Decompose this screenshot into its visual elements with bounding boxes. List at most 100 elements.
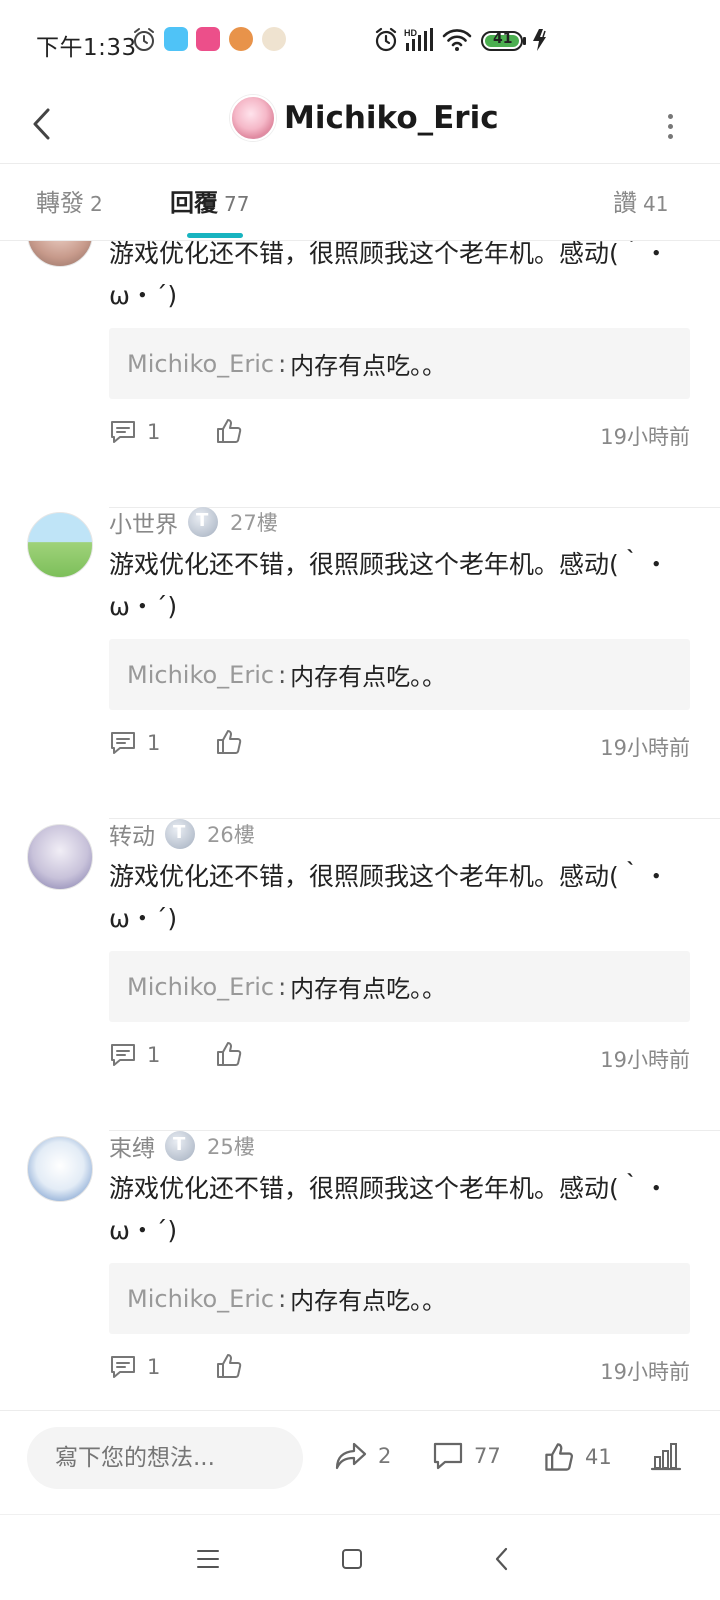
share-button[interactable]: 2: [334, 1441, 391, 1471]
more-options-button[interactable]: [660, 98, 680, 154]
like-button[interactable]: [215, 417, 243, 449]
battery-level: 41: [493, 31, 513, 47]
like-button[interactable]: [215, 728, 243, 760]
reply-meta: 小世界 27樓: [109, 504, 278, 540]
reply-list[interactable]: 游戏优化还不错，很照顾我这个老年机。感动(｀・ω・´) Michiko_Eric…: [0, 241, 720, 1409]
header: Michiko_Eric: [0, 84, 720, 164]
thumbs-up-icon: [217, 730, 242, 754]
reply-count-button[interactable]: 1: [109, 1354, 160, 1380]
more-vertical-icon: [667, 113, 673, 119]
chevron-left-icon: [495, 1547, 508, 1571]
tab-likes[interactable]: 讚 41: [613, 183, 668, 218]
app-notification-icon: [196, 27, 220, 51]
thumbs-up-icon: [217, 419, 242, 443]
timestamp: 19小時前: [600, 425, 690, 449]
alarm-icon: [373, 27, 399, 57]
quoted-reply[interactable]: Michiko_Eric: 内存有点吃。。: [109, 639, 690, 710]
tab-bar: 轉發 2 回覆 77 讚 41: [0, 165, 720, 241]
reply-text: 游戏优化还不错，很照顾我这个老年机。感动(｀・ω・´): [109, 550, 669, 621]
username[interactable]: 小世界: [109, 505, 178, 539]
username[interactable]: 束缚: [109, 1129, 155, 1163]
app-notification-icon: [262, 27, 286, 51]
level-badge-icon: [188, 507, 218, 537]
reply-meta: 束缚 25樓: [109, 1128, 255, 1164]
timestamp: 19小時前: [600, 736, 690, 760]
system-nav-bar: [0, 1514, 720, 1600]
list-item: 小世界 27樓 游戏优化还不错，很照顾我这个老年机。感动(｀・ω・´) Mich…: [0, 507, 720, 828]
tab-reposts[interactable]: 轉發 2: [36, 183, 103, 218]
hd-signal-icon: HD: [404, 27, 436, 57]
reply-text: 游戏优化还不错，很照顾我这个老年机。感动(｀・ω・´): [109, 241, 669, 310]
quote-author: Michiko_Eric: [127, 972, 275, 1001]
thumbs-up-icon: [545, 1443, 573, 1471]
status-bar: 下午1:33 HD 41: [0, 0, 720, 84]
tab-indicator: [187, 233, 243, 238]
menu-button[interactable]: [188, 1539, 228, 1579]
avatar[interactable]: [27, 241, 93, 267]
quoted-reply[interactable]: Michiko_Eric: 内存有点吃。。: [109, 951, 690, 1022]
menu-icon: [197, 1550, 219, 1568]
list-item: 游戏优化还不错，很照顾我这个老年机。感动(｀・ω・´) Michiko_Eric…: [0, 241, 720, 517]
quote-text: 内存有点吃。。: [290, 352, 447, 380]
timestamp: 19小時前: [600, 1360, 690, 1384]
avatar[interactable]: [27, 1136, 93, 1202]
like-button[interactable]: 41: [543, 1441, 612, 1473]
svg-text:HD: HD: [404, 28, 417, 38]
reply-count-button[interactable]: 1: [109, 1042, 160, 1068]
username[interactable]: 转动: [109, 817, 155, 851]
avatar[interactable]: [27, 824, 93, 890]
like-button[interactable]: [215, 1352, 243, 1384]
thumbs-up-icon: [217, 1042, 242, 1066]
timestamp: 19小時前: [600, 1048, 690, 1072]
reply-actions: 1 19小時前: [109, 726, 690, 766]
list-item: 束缚 25樓 游戏优化还不错，很照顾我这个老年机。感动(｀・ω・´) Michi…: [0, 1131, 720, 1409]
quote-text: 内存有点吃。。: [290, 663, 447, 691]
comment-button[interactable]: 77: [432, 1441, 501, 1471]
comment-icon: [111, 1356, 135, 1378]
quote-text: 内存有点吃。。: [290, 975, 447, 1003]
quote-author: Michiko_Eric: [127, 349, 275, 378]
comment-icon: [111, 732, 135, 754]
list-item: 转动 26樓 游戏优化还不错，很照顾我这个老年机。感动(｀・ω・´) Michi…: [0, 819, 720, 1140]
share-icon: [335, 1442, 367, 1470]
comment-input[interactable]: [27, 1427, 303, 1489]
alarm-icon: [132, 27, 156, 57]
reply-count-button[interactable]: 1: [109, 730, 160, 756]
avatar[interactable]: [230, 95, 276, 141]
level-badge-icon: [165, 819, 195, 849]
app-notification-icon: [164, 27, 188, 51]
status-time: 下午1:33: [36, 35, 137, 61]
floor-number: 27樓: [230, 511, 278, 535]
charging-icon: [530, 27, 552, 57]
quoted-reply[interactable]: Michiko_Eric: 内存有点吃。。: [109, 1263, 690, 1334]
stats-button[interactable]: [650, 1441, 682, 1471]
tab-replies[interactable]: 回覆 77: [170, 183, 249, 218]
home-button[interactable]: [332, 1539, 372, 1579]
system-back-button[interactable]: [482, 1539, 522, 1579]
reply-actions: 1 19小時前: [109, 415, 690, 455]
screen: 下午1:33 HD 41 Michiko_Eric 轉發 2 回覆 77 讚 4…: [0, 0, 720, 1600]
quoted-reply[interactable]: Michiko_Eric: 内存有点吃。。: [109, 328, 690, 399]
home-square-icon: [342, 1549, 362, 1569]
avatar[interactable]: [27, 512, 93, 578]
header-user[interactable]: Michiko_Eric: [230, 90, 499, 146]
floor-number: 25樓: [207, 1135, 255, 1159]
level-badge-icon: [165, 1131, 195, 1161]
wifi-icon: [442, 27, 472, 57]
quote-text: 内存有点吃。。: [290, 1287, 447, 1315]
reply-text: 游戏优化还不错，很照顾我这个老年机。感动(｀・ω・´): [109, 862, 669, 933]
reply-text: 游戏优化还不错，很照顾我这个老年机。感动(｀・ω・´): [109, 1174, 669, 1245]
quote-author: Michiko_Eric: [127, 1284, 275, 1313]
app-notification-icon: [229, 27, 253, 51]
bar-chart-icon: [650, 1443, 682, 1471]
like-button[interactable]: [215, 1040, 243, 1072]
chevron-left-icon: [33, 108, 50, 140]
comment-icon: [111, 1044, 135, 1066]
back-button[interactable]: [22, 96, 62, 152]
reply-count-button[interactable]: 1: [109, 419, 160, 445]
reply-meta: 转动 26樓: [109, 816, 255, 852]
comment-icon: [111, 421, 135, 443]
bottom-action-bar: 2 77 41: [0, 1410, 720, 1514]
page-title: Michiko_Eric: [284, 100, 499, 136]
thumbs-up-icon: [217, 1354, 242, 1378]
